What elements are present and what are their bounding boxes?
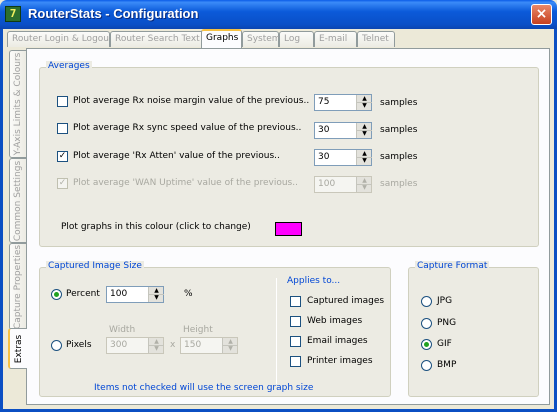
extras-panel: Averages Plot average Rx noise margin va… <box>26 48 550 405</box>
samples-label: samples <box>380 179 418 189</box>
spinner-value: 300 <box>110 340 128 350</box>
size-note: Items not checked will use the screen gr… <box>94 383 314 393</box>
side-tab-y-axis-limits[interactable]: Y-Axis Limits & Colours <box>9 50 26 158</box>
percent-label: Percent <box>66 289 100 299</box>
tab-router-search-text[interactable]: Router Search Text <box>110 31 204 47</box>
avg-rx-atten-spinner[interactable]: 30 ▲ ▼ <box>314 149 372 166</box>
tab-router-login-logout[interactable]: Router Login & Logout <box>7 31 113 47</box>
applies-to-title: Applies to... <box>287 276 341 286</box>
applies-printer-images-label: Printer images <box>307 356 373 366</box>
capture-format-title: Capture Format <box>415 261 490 271</box>
spinner-value: 100 <box>318 179 336 189</box>
capture-format-group: Capture Format JPG PNG GIF BMP <box>408 261 539 397</box>
height-spinner: 150 ▲ ▼ <box>180 337 238 354</box>
spinner-value: 30 <box>318 152 330 162</box>
samples-label: samples <box>380 125 418 135</box>
applies-printer-images-checkbox[interactable] <box>290 356 301 367</box>
avg-wan-uptime-spinner: 100 ▲ ▼ <box>314 176 372 193</box>
avg-wan-uptime-checkbox: ✓ <box>57 178 68 189</box>
spinner-value: 150 <box>184 340 202 350</box>
side-tab-label: Capture Properties <box>13 244 23 329</box>
times-label: x <box>170 340 176 350</box>
window-title: RouterStats - Configuration <box>28 6 199 21</box>
title-bar[interactable]: 7 RouterStats - Configuration × <box>0 0 557 29</box>
format-bmp-radio[interactable] <box>421 360 432 371</box>
avg-rx-atten-label: Plot average 'Rx Atten' value of the pre… <box>73 151 280 161</box>
applies-web-images-label: Web images <box>307 316 363 326</box>
spin-down-icon[interactable]: ▼ <box>357 130 372 138</box>
percent-radio[interactable] <box>51 289 62 300</box>
format-jpg-radio[interactable] <box>421 296 432 307</box>
format-bmp-label: BMP <box>437 360 457 370</box>
pixels-radio[interactable] <box>51 340 62 351</box>
applies-web-images-checkbox[interactable] <box>290 316 301 327</box>
avg-noise-margin-spinner[interactable]: 75 ▲ ▼ <box>314 94 372 111</box>
captured-image-size-group: Captured Image Size Percent 100 ▲ ▼ % Wid… <box>39 261 391 397</box>
plot-colour-label: Plot graphs in this colour (click to cha… <box>61 222 251 232</box>
tab-log[interactable]: Log <box>279 31 314 47</box>
format-png-label: PNG <box>437 318 457 328</box>
percent-spinner[interactable]: 100 ▲ ▼ <box>106 286 164 303</box>
tab-telnet[interactable]: Telnet <box>357 31 395 47</box>
divider <box>276 278 277 384</box>
avg-sync-speed-checkbox[interactable] <box>57 123 68 134</box>
side-tab-capture-properties[interactable]: Capture Properties <box>9 243 26 330</box>
captured-image-size-title: Captured Image Size <box>46 261 144 271</box>
format-gif-radio[interactable] <box>421 339 432 350</box>
format-png-radio[interactable] <box>421 318 432 329</box>
avg-noise-margin-checkbox[interactable] <box>57 96 68 107</box>
spinner-value: 100 <box>110 289 128 299</box>
tab-e-mail[interactable]: E-mail <box>314 31 357 47</box>
applies-captured-images-label: Captured images <box>307 296 385 306</box>
applies-email-images-label: Email images <box>307 336 368 346</box>
samples-label: samples <box>380 152 418 162</box>
avg-sync-speed-label: Plot average Rx sync speed value of the … <box>73 123 302 133</box>
format-gif-label: GIF <box>437 339 452 349</box>
format-jpg-label: JPG <box>437 296 453 306</box>
side-tab-label: Extras <box>13 334 24 363</box>
spin-down-icon[interactable]: ▼ <box>357 102 372 110</box>
pixels-label: Pixels <box>66 340 92 350</box>
spinner-value: 30 <box>318 125 330 135</box>
close-button[interactable]: × <box>531 4 552 25</box>
avg-wan-uptime-label: Plot average 'WAN Uptime' value of the p… <box>73 178 298 188</box>
plot-colour-swatch[interactable] <box>275 222 302 236</box>
averages-title: Averages <box>46 61 92 71</box>
samples-label: samples <box>380 98 418 108</box>
applies-email-images-checkbox[interactable] <box>290 336 301 347</box>
side-tab-common-settings[interactable]: Common Settings <box>9 158 26 243</box>
avg-noise-margin-label: Plot average Rx noise margin value of th… <box>73 96 310 106</box>
spin-down-icon: ▼ <box>362 184 367 191</box>
app-icon: 7 <box>5 6 21 22</box>
side-tab-extras[interactable]: Extras <box>8 328 27 369</box>
avg-rx-atten-checkbox[interactable]: ✓ <box>57 151 68 162</box>
spin-down-icon[interactable]: ▼ <box>149 294 164 302</box>
side-tab-label: Y-Axis Limits & Colours <box>13 52 23 156</box>
height-label: Height <box>183 325 213 335</box>
spin-down-icon: ▼ <box>154 345 159 352</box>
side-tab-label: Common Settings <box>13 160 23 241</box>
spin-down-icon: ▼ <box>228 345 233 352</box>
tab-graphs[interactable]: Graphs <box>201 29 242 48</box>
percent-unit: % <box>184 289 193 299</box>
width-label: Width <box>109 325 136 335</box>
width-spinner: 300 ▲ ▼ <box>106 337 164 354</box>
averages-group: Averages Plot average Rx noise margin va… <box>39 61 539 247</box>
spin-down-icon[interactable]: ▼ <box>357 157 372 165</box>
spinner-value: 75 <box>318 97 330 107</box>
avg-sync-speed-spinner[interactable]: 30 ▲ ▼ <box>314 122 372 139</box>
applies-captured-images-checkbox[interactable] <box>290 296 301 307</box>
tab-system[interactable]: System <box>242 31 281 47</box>
